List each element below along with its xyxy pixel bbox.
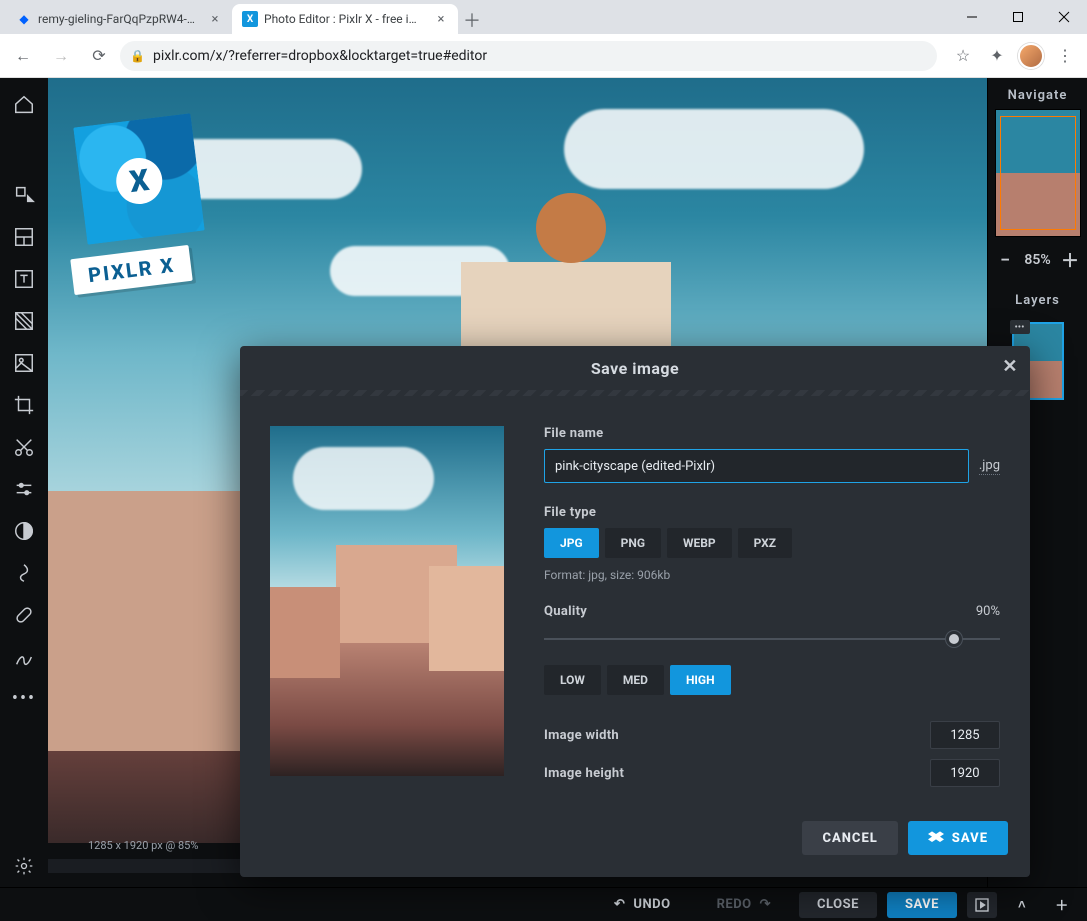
zoom-out-button[interactable]: − (996, 250, 1014, 271)
quality-preset-high[interactable]: HIGH (670, 665, 731, 695)
browser-titlebar: ◆ remy-gieling-FarQqPzpRW4-uns × X Photo… (0, 0, 1087, 34)
collapse-panel-icon[interactable]: ˄ (1007, 892, 1037, 918)
nav-reload-button[interactable]: ⟳ (82, 41, 116, 71)
dropbox-icon: ◆ (16, 11, 32, 27)
nav-forward-button[interactable]: → (44, 41, 78, 71)
save-preview-image (270, 426, 504, 776)
undo-icon: ↶ (614, 897, 625, 912)
file-type-png[interactable]: PNG (605, 528, 661, 558)
tab-close-icon[interactable]: × (434, 12, 448, 26)
image-width-label: Image width (544, 728, 619, 743)
window-minimize-button[interactable] (949, 2, 995, 32)
tab-title: Photo Editor : Pixlr X - free image (264, 12, 424, 26)
bookmark-star-icon[interactable]: ☆ (947, 40, 979, 72)
dialog-cancel-button[interactable]: CANCEL (802, 821, 897, 855)
undo-button[interactable]: ↶ UNDO (596, 892, 689, 918)
browser-tab-0[interactable]: ◆ remy-gieling-FarQqPzpRW4-uns × (6, 4, 232, 34)
arrange-tool-icon[interactable] (0, 174, 48, 216)
quality-preset-med[interactable]: MED (607, 665, 664, 695)
browser-address-bar: ← → ⟳ 🔒 pixlr.com/x/?referrer=dropbox&lo… (0, 34, 1087, 78)
file-type-webp[interactable]: WEBP (667, 528, 732, 558)
quality-preset-low[interactable]: LOW (544, 665, 601, 695)
quality-preset-segmented: LOW MED HIGH (544, 665, 1000, 695)
settings-gear-icon[interactable] (0, 845, 48, 887)
close-button[interactable]: CLOSE (799, 892, 877, 918)
tab-close-icon[interactable]: × (208, 12, 222, 26)
image-width-input[interactable] (930, 721, 1000, 749)
zoom-level-text: 85% (1024, 252, 1050, 268)
pixlr-icon: X (242, 11, 258, 27)
format-info-text: Format: jpg, size: 906kb (544, 568, 1000, 582)
image-height-input[interactable] (930, 759, 1000, 787)
bottom-toolbar: ↶ UNDO REDO ↷ CLOSE SAVE ˄ ＋ (0, 887, 1087, 921)
layers-heading: Layers (1015, 283, 1060, 314)
tool-sidebar: ••• (0, 78, 48, 887)
browser-tabs: ◆ remy-gieling-FarQqPzpRW4-uns × X Photo… (0, 0, 949, 34)
home-icon[interactable] (0, 84, 48, 126)
add-image-tool-icon[interactable] (0, 342, 48, 384)
chrome-menu-icon[interactable]: ⋮ (1049, 40, 1081, 72)
zoom-in-button[interactable]: ＋ (1061, 247, 1079, 273)
quality-slider-thumb[interactable] (946, 631, 962, 647)
add-button[interactable]: ＋ (1047, 892, 1077, 918)
redo-button[interactable]: REDO ↷ (699, 892, 789, 918)
image-height-label: Image height (544, 766, 624, 781)
window-close-button[interactable] (1041, 2, 1087, 32)
redo-icon: ↷ (760, 897, 771, 912)
window-maximize-button[interactable] (995, 2, 1041, 32)
save-image-dialog: Save image ✕ File name (240, 346, 1030, 877)
navigator-thumbnail[interactable] (995, 109, 1081, 237)
window-controls (949, 2, 1087, 32)
file-extension-text[interactable]: .jpg (979, 458, 1000, 475)
dialog-close-icon[interactable]: ✕ (1002, 356, 1018, 377)
draw-tool-icon[interactable] (0, 636, 48, 678)
dialog-title: Save image (591, 359, 679, 378)
liquify-tool-icon[interactable] (0, 552, 48, 594)
dropbox-icon (928, 831, 944, 845)
contrast-tool-icon[interactable] (0, 510, 48, 552)
navigate-heading: Navigate (1008, 78, 1068, 109)
browser-tab-1[interactable]: X Photo Editor : Pixlr X - free image × (232, 4, 458, 34)
lock-icon: 🔒 (130, 49, 145, 63)
cut-tool-icon[interactable] (0, 426, 48, 468)
file-type-label: File type (544, 505, 1000, 520)
heal-tool-icon[interactable] (0, 594, 48, 636)
tab-title: remy-gieling-FarQqPzpRW4-uns (38, 12, 198, 26)
text-tool-icon[interactable] (0, 258, 48, 300)
layout-tool-icon[interactable] (0, 216, 48, 258)
pixlr-app: ••• (0, 78, 1087, 921)
new-tab-button[interactable]: ＋ (458, 6, 486, 34)
url-text: pixlr.com/x/?referrer=dropbox&locktarget… (153, 48, 487, 64)
export-icon[interactable] (967, 892, 997, 918)
file-name-label: File name (544, 426, 1000, 441)
save-button[interactable]: SAVE (887, 892, 957, 918)
extensions-icon[interactable]: ✦ (981, 40, 1013, 72)
crop-tool-icon[interactable] (0, 384, 48, 426)
dialog-save-button[interactable]: SAVE (908, 821, 1008, 855)
adjust-tool-icon[interactable] (0, 468, 48, 510)
quality-label: Quality (544, 604, 587, 619)
file-type-pxz[interactable]: PXZ (738, 528, 792, 558)
profile-avatar[interactable] (1015, 40, 1047, 72)
more-tools-button[interactable]: ••• (12, 678, 36, 720)
quality-slider[interactable] (544, 629, 1000, 649)
save-form: File name .jpg File type JPG PNG WEBP PX… (544, 426, 1000, 797)
url-input[interactable]: 🔒 pixlr.com/x/?referrer=dropbox&locktarg… (120, 41, 937, 71)
file-type-jpg[interactable]: JPG (544, 528, 599, 558)
nav-back-button[interactable]: ← (6, 41, 40, 71)
file-type-segmented: JPG PNG WEBP PXZ (544, 528, 1000, 558)
quality-value-text: 90% (976, 604, 1000, 619)
file-name-input[interactable] (544, 449, 969, 483)
fill-tool-icon[interactable] (0, 300, 48, 342)
layer-menu-icon[interactable]: ••• (1010, 320, 1030, 334)
